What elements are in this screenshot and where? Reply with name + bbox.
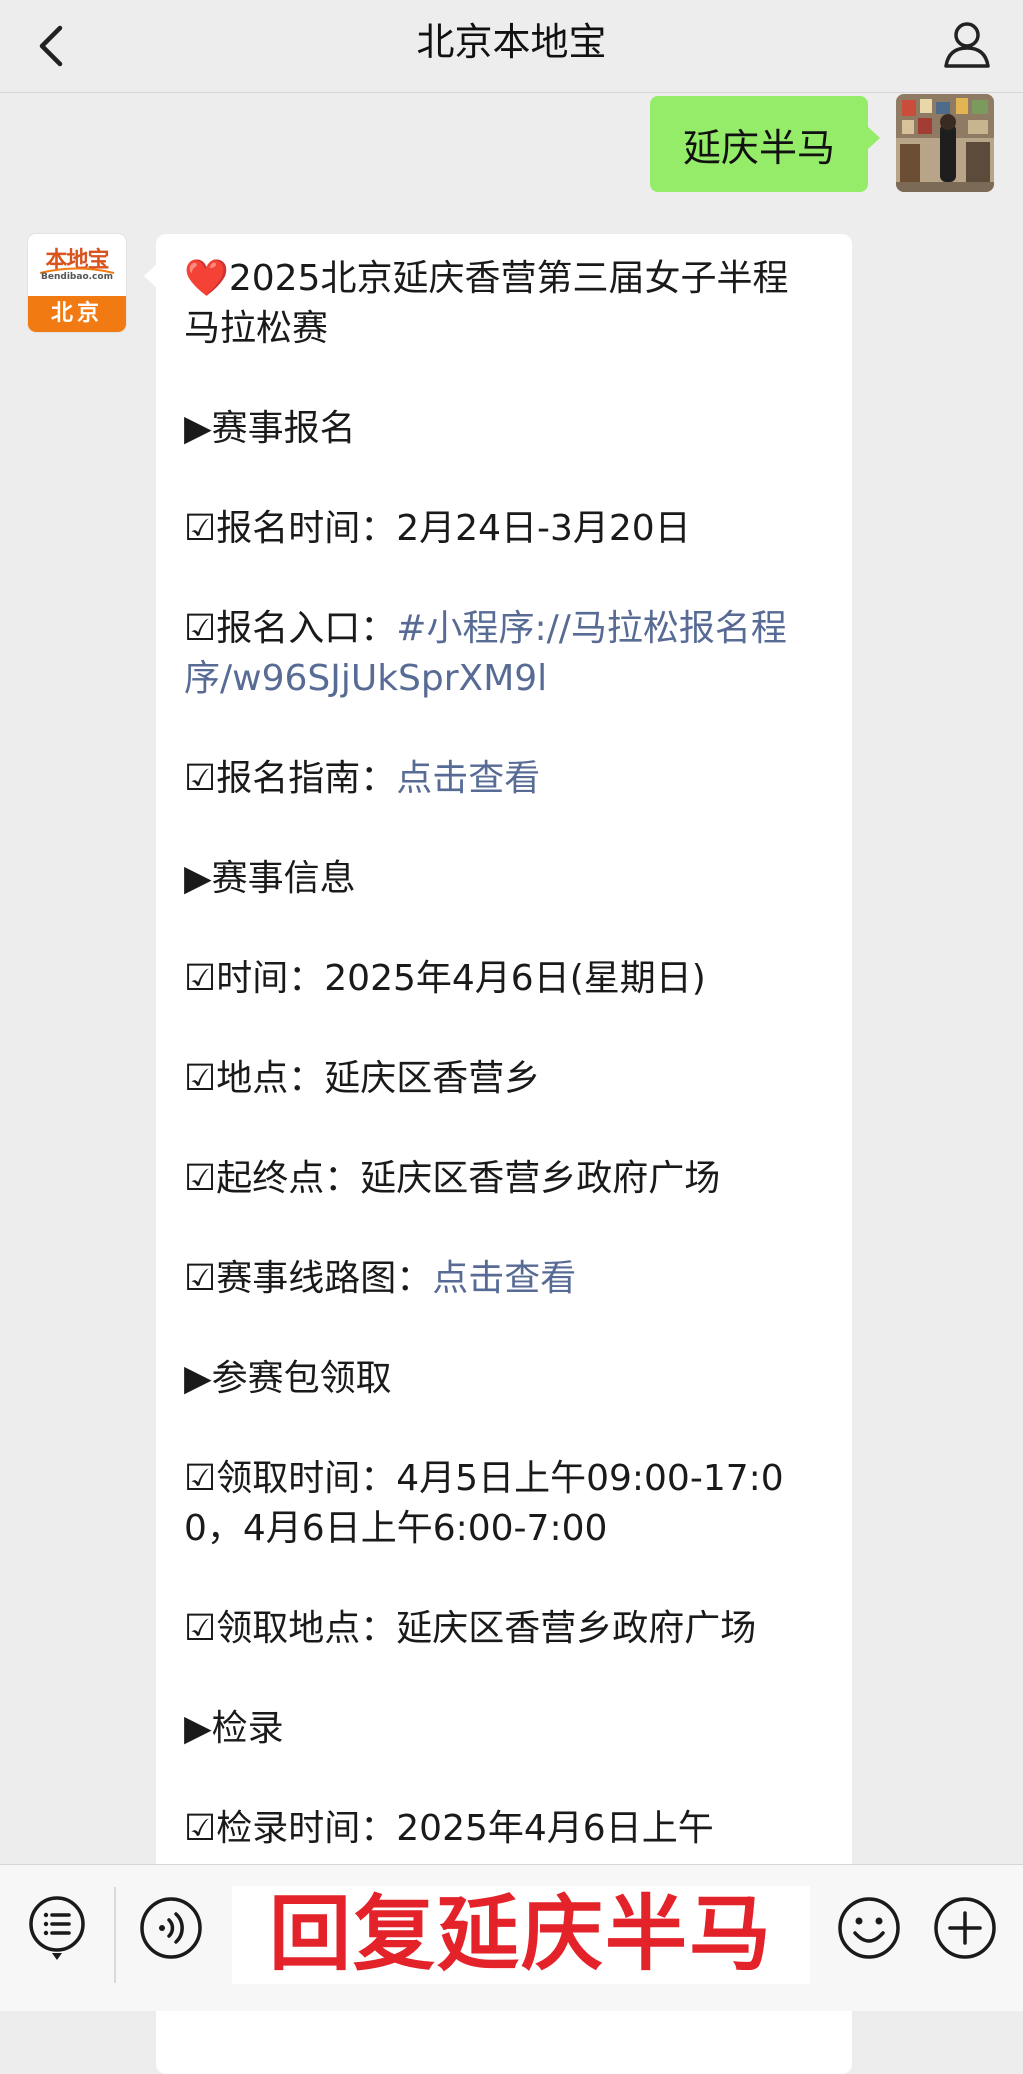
person-icon bbox=[944, 22, 990, 68]
section-heading-checkin: ▶检录 bbox=[184, 1708, 284, 1749]
checkin-time: ☑检录时间：2025年4月6日上午 bbox=[184, 1808, 714, 1849]
event-title: ❤️2025北京延庆香营第三届女子半程马拉松赛 bbox=[184, 254, 824, 354]
start-end-point: ☑起终点：延庆区香营乡政府广场 bbox=[184, 1158, 721, 1199]
route-map: ☑赛事线路图：点击查看 bbox=[184, 1254, 824, 1304]
outgoing-message-text: 延庆半马 bbox=[682, 125, 835, 170]
incoming-message-bubble: ❤️2025北京延庆香营第三届女子半程马拉松赛 ▶赛事报名 ☑报名时间：2月24… bbox=[144, 234, 852, 2074]
registration-guide-label: ☑报名指南： bbox=[184, 758, 397, 799]
user-avatar[interactable] bbox=[896, 94, 994, 192]
reply-keyword-banner: 回复延庆半马 bbox=[232, 1886, 810, 1984]
registration-entry-label: ☑报名入口： bbox=[184, 608, 397, 649]
section-heading-registration: ▶赛事报名 bbox=[184, 408, 356, 449]
user-avatar-image bbox=[896, 94, 994, 192]
registration-guide-link[interactable]: 点击查看 bbox=[396, 758, 540, 799]
section-heading-race-pack: ▶参赛包领取 bbox=[184, 1358, 392, 1399]
pickup-time: ☑领取时间：4月5日上午09:00-17:00，4月6日上午6:00-7:00 bbox=[184, 1458, 784, 1549]
registration-guide: ☑报名指南：点击查看 bbox=[184, 754, 824, 804]
registration-entry: ☑报名入口：#小程序://马拉松报名程序/w96SJjUkSprXM9l bbox=[184, 604, 824, 704]
bar-divider bbox=[114, 1887, 116, 1983]
chat-title: 北京本地宝 bbox=[416, 20, 607, 64]
profile-button[interactable] bbox=[935, 12, 999, 76]
route-map-label: ☑赛事线路图： bbox=[184, 1258, 433, 1299]
menu-button[interactable] bbox=[22, 1893, 92, 1963]
event-time: ☑时间：2025年4月6日(星期日) bbox=[184, 958, 706, 999]
registration-time: ☑报名时间：2月24日-3月20日 bbox=[184, 508, 691, 549]
bendibao-avatar[interactable]: 本地宝 Bendibao.com 北京 bbox=[28, 234, 126, 332]
event-place: ☑地点：延庆区香营乡 bbox=[184, 1058, 541, 1099]
chat-header: 北京本地宝 bbox=[0, 0, 1023, 93]
outgoing-message-bubble[interactable]: 延庆半马 bbox=[650, 96, 880, 192]
brand-logo-city: 北京 bbox=[28, 296, 126, 332]
voice-icon bbox=[140, 1897, 202, 1959]
heart-emoji-icon: ❤️ bbox=[184, 258, 229, 299]
more-button[interactable] bbox=[930, 1893, 1000, 1963]
brand-logo-domain: Bendibao.com bbox=[41, 272, 113, 282]
brand-logo-top: 本地宝 Bendibao.com bbox=[28, 234, 126, 296]
event-title-text: 2025北京延庆香营第三届女子半程马拉松赛 bbox=[184, 258, 789, 349]
route-map-link[interactable]: 点击查看 bbox=[432, 1258, 576, 1299]
voice-button[interactable] bbox=[136, 1893, 206, 1963]
smiley-icon bbox=[838, 1897, 900, 1959]
list-menu-icon bbox=[29, 1896, 85, 1960]
section-heading-event-info: ▶赛事信息 bbox=[184, 858, 356, 899]
pickup-place: ☑领取地点：延庆区香营乡政府广场 bbox=[184, 1608, 757, 1649]
emoji-button[interactable] bbox=[834, 1893, 904, 1963]
message-content: ❤️2025北京延庆香营第三届女子半程马拉松赛 ▶赛事报名 ☑报名时间：2月24… bbox=[184, 254, 824, 1854]
plus-circle-icon bbox=[934, 1897, 996, 1959]
